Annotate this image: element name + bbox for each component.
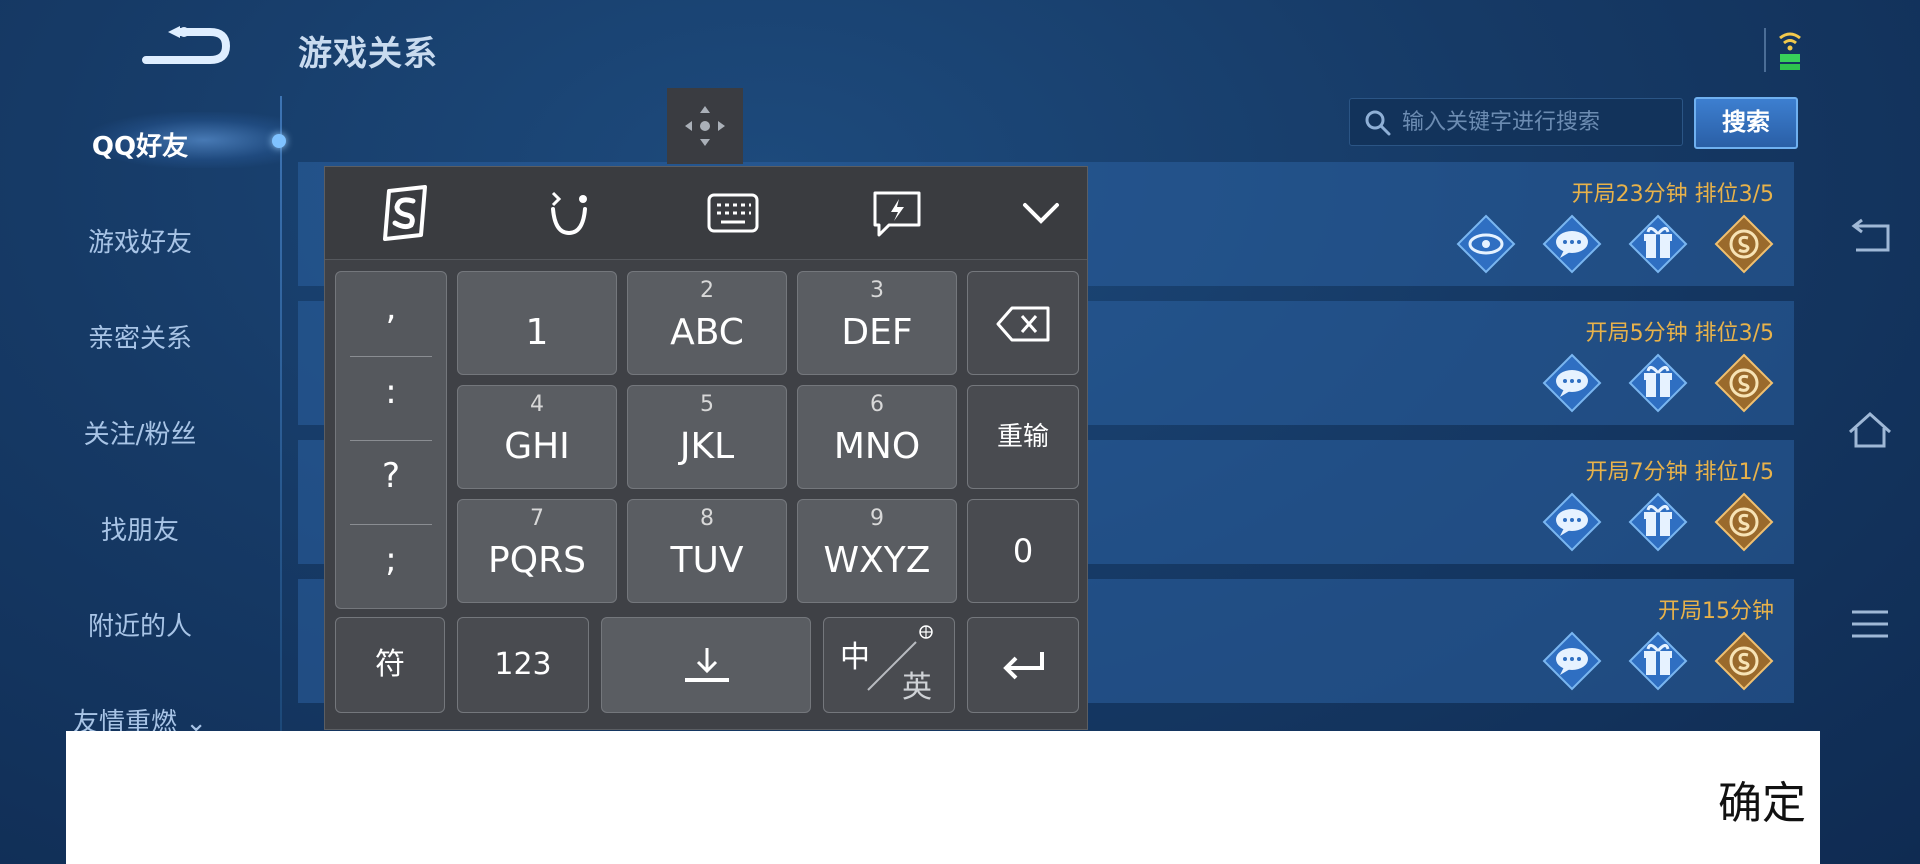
space-icon — [685, 648, 729, 682]
key-number: 7 — [530, 506, 544, 531]
sidebar-item-qq-friends[interactable]: QQ好友 — [0, 126, 280, 163]
sidebar-item-follow-fans[interactable]: 关注/粉丝 — [0, 414, 280, 451]
key-label: GHI — [504, 426, 570, 467]
lang-switch-key[interactable]: 中 英 — [823, 617, 955, 713]
quick-reply-icon[interactable] — [867, 185, 927, 241]
key-6-mno[interactable]: 6 MNO — [797, 385, 957, 489]
gift-icon[interactable] — [1628, 492, 1688, 552]
coin-icon[interactable] — [1714, 492, 1774, 552]
key-label: MNO — [833, 426, 921, 467]
chat-icon[interactable] — [1542, 492, 1602, 552]
punct-divider — [350, 356, 432, 357]
key-number: 9 — [870, 506, 884, 531]
search-button[interactable]: 搜索 — [1694, 97, 1798, 149]
game-status: 开局23分钟 排位3/5 — [1571, 182, 1774, 207]
space-key[interactable] — [601, 617, 811, 713]
key-number: 3 — [870, 278, 884, 303]
keyboard-toolbar — [325, 167, 1087, 260]
key-number: 4 — [530, 392, 544, 417]
punct-divider — [350, 440, 432, 441]
search-icon — [1365, 110, 1391, 136]
emoji-icon[interactable] — [539, 185, 599, 241]
gift-icon[interactable] — [1628, 353, 1688, 413]
row-actions — [1456, 214, 1774, 274]
key-number: 2 — [700, 278, 714, 303]
chat-icon[interactable] — [1542, 214, 1602, 274]
back-arrow-icon — [142, 26, 231, 64]
reset-key[interactable]: 重输 — [967, 385, 1079, 489]
eye-icon[interactable] — [1456, 214, 1516, 274]
key-label: WXYZ — [823, 540, 931, 581]
gift-icon[interactable] — [1628, 631, 1688, 691]
key-number: 8 — [700, 506, 714, 531]
page-title: 游戏关系 — [298, 34, 438, 74]
enter-icon — [1003, 652, 1044, 680]
lang-en-label: 英 — [902, 670, 932, 705]
key-number: 6 — [870, 392, 884, 417]
key-7-pqrs[interactable]: 7 PQRS — [457, 499, 617, 603]
key-label: JKL — [679, 426, 735, 467]
chat-icon[interactable] — [1542, 353, 1602, 413]
key-label: PQRS — [488, 540, 586, 581]
keyboard-drag-handle[interactable] — [667, 88, 743, 164]
punct-semicolon-key[interactable]: ; — [336, 540, 446, 580]
key-4-ghi[interactable]: 4 GHI — [457, 385, 617, 489]
game-status: 开局7分钟 排位1/5 — [1585, 460, 1774, 485]
wifi-status-icon — [1762, 28, 1808, 72]
key-label: TUV — [670, 540, 744, 581]
back-button[interactable] — [140, 22, 231, 68]
key-label: ABC — [670, 312, 744, 353]
punctuation-column: , : ? ; — [335, 271, 447, 609]
punct-question-key[interactable]: ? — [336, 456, 446, 496]
globe-icon — [919, 625, 933, 639]
sidebar: QQ好友 游戏好友 亲密关系 关注/粉丝 找朋友 附近的人 友情重燃 ⌄ — [0, 96, 280, 738]
coin-icon[interactable] — [1714, 214, 1774, 274]
sidebar-divider — [280, 96, 282, 736]
collapse-keyboard-icon[interactable] — [1011, 185, 1071, 241]
sidebar-item-game-friends[interactable]: 游戏好友 — [0, 222, 280, 259]
key-8-tuv[interactable]: 8 TUV — [627, 499, 787, 603]
chat-icon[interactable] — [1542, 631, 1602, 691]
sidebar-item-intimate[interactable]: 亲密关系 — [0, 318, 280, 355]
key-label: 1 — [525, 312, 549, 353]
game-status: 开局5分钟 排位3/5 — [1585, 321, 1774, 346]
row-actions — [1542, 353, 1774, 413]
symbol-key[interactable]: 符 — [335, 617, 445, 713]
home-nav-icon[interactable] — [1844, 406, 1896, 454]
key-label: DEF — [841, 312, 913, 353]
key-number: 5 — [700, 392, 714, 417]
enter-key[interactable] — [967, 617, 1079, 713]
confirm-button[interactable]: 确定 — [1718, 767, 1806, 831]
key-1[interactable]: 1 — [457, 271, 617, 375]
key-2-abc[interactable]: 2 ABC — [627, 271, 787, 375]
ime-keyboard: , : ? ; 1 2 ABC 3 DEF 4 GHI 5 JKL 6 MNO … — [324, 166, 1088, 730]
key-3-def[interactable]: 3 DEF — [797, 271, 957, 375]
punct-divider — [350, 524, 432, 525]
row-actions — [1542, 631, 1774, 691]
key-0[interactable]: 0 — [967, 499, 1079, 603]
keyboard-layout-icon[interactable] — [703, 185, 763, 241]
sogou-logo-icon[interactable] — [375, 185, 435, 241]
punct-comma-key[interactable]: , — [336, 288, 446, 328]
sidebar-item-nearby[interactable]: 附近的人 — [0, 606, 280, 643]
input-confirm-bar[interactable]: 确定 — [66, 731, 1820, 864]
sidebar-item-find-friends[interactable]: 找朋友 — [0, 510, 280, 547]
backspace-icon — [996, 306, 1050, 342]
backspace-key[interactable] — [967, 271, 1079, 375]
move-arrows-icon — [685, 106, 725, 146]
menu-nav-icon[interactable] — [1844, 600, 1896, 648]
search-input[interactable] — [1400, 105, 1674, 139]
row-actions — [1542, 492, 1774, 552]
gift-icon[interactable] — [1628, 214, 1688, 274]
back-nav-icon[interactable] — [1844, 214, 1896, 262]
coin-icon[interactable] — [1714, 631, 1774, 691]
key-9-wxyz[interactable]: 9 WXYZ — [797, 499, 957, 603]
key-5-jkl[interactable]: 5 JKL — [627, 385, 787, 489]
numeric-key[interactable]: 123 — [457, 617, 589, 713]
coin-icon[interactable] — [1714, 353, 1774, 413]
game-status: 开局15分钟 — [1658, 599, 1774, 624]
search-box[interactable] — [1349, 98, 1683, 146]
punct-colon-key[interactable]: : — [336, 372, 446, 412]
